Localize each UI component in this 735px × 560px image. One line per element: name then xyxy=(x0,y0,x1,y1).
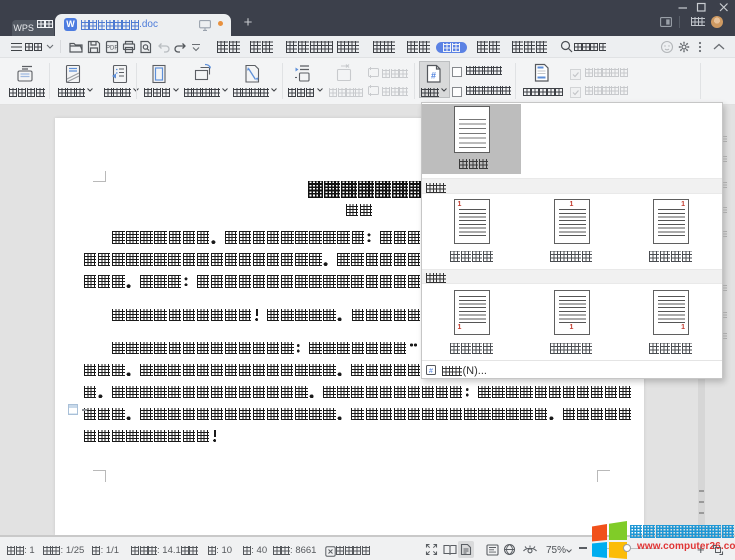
svg-text:#: # xyxy=(429,368,433,375)
svg-text:PDF: PDF xyxy=(106,46,118,52)
svg-text:#: # xyxy=(431,71,436,81)
